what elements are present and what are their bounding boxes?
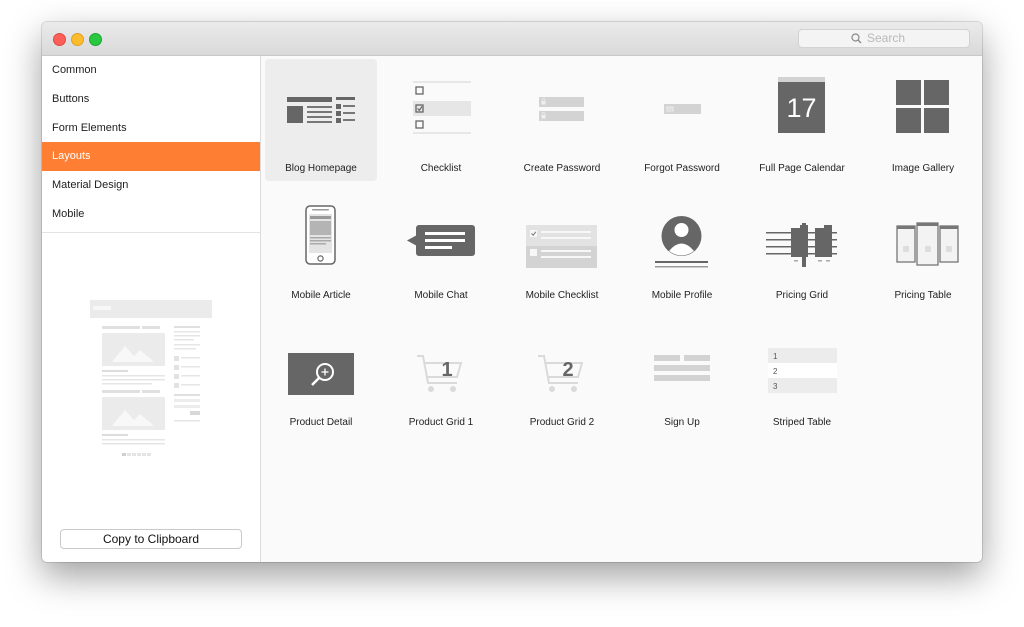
search-icon	[851, 32, 862, 43]
layout-tile-mobile-chat[interactable]: Mobile Chat	[385, 186, 497, 308]
search-field[interactable]	[798, 29, 970, 48]
mobile-chat-icon	[407, 225, 475, 256]
layout-label: Blog Homepage	[285, 163, 357, 174]
layout-label: Create Password	[523, 163, 601, 174]
calendar-icon: 17	[778, 77, 825, 133]
sign-up-icon	[654, 355, 710, 381]
product-detail-icon	[288, 353, 354, 395]
image-gallery-icon	[896, 80, 949, 133]
layout-grid: Blog Homepage Checklist Create Password …	[261, 56, 982, 562]
sidebar-item-buttons[interactable]: Buttons	[42, 85, 260, 114]
sidebar-item-mobile[interactable]: Mobile	[42, 200, 260, 229]
layout-label: Mobile Chat	[414, 290, 468, 301]
layout-tile-product-grid-1[interactable]: 1 Product Grid 1	[385, 313, 497, 435]
layout-label: Forgot Password	[644, 163, 720, 174]
layout-tile-full-page-calendar[interactable]: 17 Full Page Calendar	[746, 59, 858, 181]
layout-label: Product Grid 2	[529, 417, 595, 428]
copy-to-clipboard-button[interactable]: Copy to Clipboard	[60, 529, 242, 549]
cart-icon: 1	[417, 355, 463, 392]
layout-label: Image Gallery	[891, 163, 955, 174]
calendar-day: 17	[786, 93, 816, 123]
layout-tile-create-password[interactable]: Create Password	[506, 59, 618, 181]
layout-tile-mobile-article[interactable]: Mobile Article	[265, 186, 377, 308]
layout-label: Product Grid 1	[408, 417, 474, 428]
layout-tile-mobile-profile[interactable]: Mobile Profile	[626, 186, 738, 308]
sidebar-item-material-design[interactable]: Material Design	[42, 171, 260, 200]
sidebar-item-form-elements[interactable]: Form Elements	[42, 114, 260, 143]
striped-table-icon: 1 2 3	[768, 348, 837, 393]
layout-label: Full Page Calendar	[759, 163, 845, 174]
layout-label: Pricing Table	[894, 290, 952, 301]
sidebar-item-common[interactable]: Common	[42, 56, 260, 85]
layout-label: Mobile Article	[291, 290, 351, 301]
cart-icon: 2	[538, 355, 584, 392]
layout-tile-product-grid-2[interactable]: 2 Product Grid 2	[506, 313, 618, 435]
pricing-table-icon	[896, 222, 959, 266]
mobile-profile-icon	[655, 216, 708, 268]
sidebar-divider	[42, 232, 260, 233]
layout-tile-sign-up[interactable]: Sign Up	[626, 313, 738, 435]
layout-tile-pricing-grid[interactable]: Pricing Grid	[746, 186, 858, 308]
layout-label: Checklist	[420, 163, 462, 174]
create-password-icon	[539, 97, 584, 121]
layout-preview-thumbnail	[90, 300, 212, 456]
layout-tile-checklist[interactable]: Checklist	[385, 59, 497, 181]
table-row-number: 2	[773, 367, 778, 376]
layout-label: Striped Table	[772, 417, 832, 428]
layout-tile-pricing-table[interactable]: Pricing Table	[867, 186, 979, 308]
layout-label: Sign Up	[664, 417, 700, 428]
app-window: Common Buttons Form Elements Layouts Mat…	[42, 22, 982, 562]
mobile-article-icon	[305, 205, 336, 265]
table-row-number: 3	[773, 382, 778, 391]
layout-label: Mobile Profile	[651, 290, 713, 301]
layout-tile-product-detail[interactable]: Product Detail	[265, 313, 377, 435]
layout-tile-striped-table[interactable]: 1 2 3 Striped Table	[746, 313, 858, 435]
sidebar: Common Buttons Form Elements Layouts Mat…	[42, 56, 261, 562]
forgot-password-icon	[664, 104, 701, 114]
checklist-icon	[413, 81, 471, 134]
cart-number: 1	[441, 359, 452, 381]
layout-label: Pricing Grid	[775, 290, 829, 301]
minimize-window-button[interactable]	[71, 33, 84, 46]
layout-tile-mobile-checklist[interactable]: Mobile Checklist	[506, 186, 618, 308]
layout-tile-image-gallery[interactable]: Image Gallery	[867, 59, 979, 181]
mobile-checklist-icon	[526, 225, 597, 268]
layout-label: Mobile Checklist	[525, 290, 599, 301]
sidebar-item-layouts[interactable]: Layouts	[42, 142, 260, 171]
table-row-number: 1	[773, 352, 778, 361]
layout-label: Product Detail	[289, 417, 353, 428]
close-window-button[interactable]	[53, 33, 66, 46]
pricing-grid-icon	[766, 223, 837, 267]
search-input[interactable]	[867, 31, 957, 45]
zoom-window-button[interactable]	[89, 33, 102, 46]
title-bar	[42, 22, 982, 56]
layout-tile-forgot-password[interactable]: Forgot Password	[626, 59, 738, 181]
blog-homepage-icon	[287, 97, 355, 123]
cart-number: 2	[562, 359, 573, 381]
layout-tile-blog-homepage[interactable]: Blog Homepage	[265, 59, 377, 181]
